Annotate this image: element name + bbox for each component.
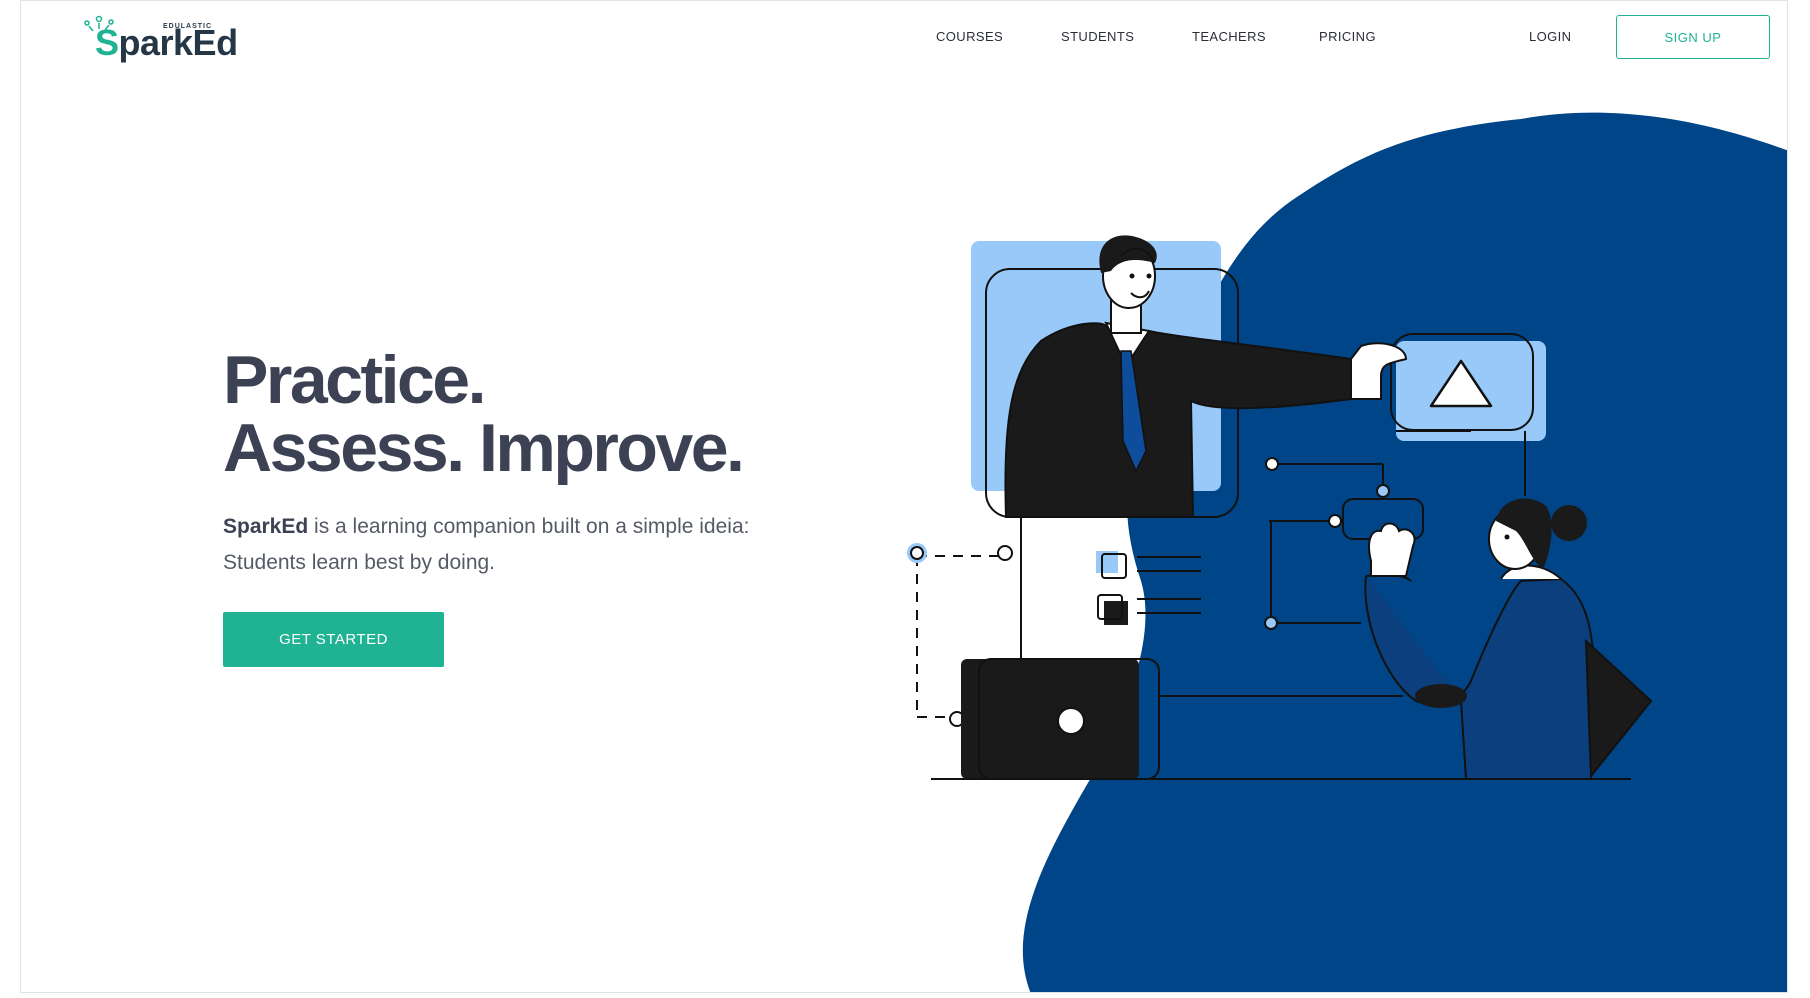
get-started-button[interactable]: GET STARTED [223, 612, 444, 667]
logo-name: parkEd [118, 22, 239, 63]
hero-title-line1: Practice. [223, 342, 487, 418]
hero-description: SparkEd is a learning companion built on… [223, 509, 823, 581]
nav-login[interactable]: LOGIN [1529, 29, 1571, 44]
signup-button[interactable]: SIGN UP [1616, 15, 1770, 59]
hero-illustration [907, 112, 1787, 992]
nav-pricing[interactable]: PRICING [1319, 29, 1376, 44]
logo-prefix: S [95, 22, 119, 63]
page-frame: EDULASTIC SparkEd COURSES STUDENTS TEACH… [20, 0, 1788, 993]
hero-desc-rest: is a learning companion built on a simpl… [308, 515, 750, 538]
nav-students[interactable]: STUDENTS [1061, 29, 1134, 44]
hero-desc-brand: SparkEd [223, 515, 309, 538]
logo[interactable]: EDULASTIC SparkEd [79, 13, 239, 65]
hero-title-line2: Assess. Improve. [223, 410, 745, 486]
hero-title: Practice. Assess. Improve. [223, 342, 745, 486]
logo-wordmark: SparkEd [95, 25, 238, 61]
nav-courses[interactable]: COURSES [936, 29, 1003, 44]
nav-teachers[interactable]: TEACHERS [1192, 29, 1266, 44]
hero-desc-line2: Students learn best by doing. [223, 551, 496, 574]
